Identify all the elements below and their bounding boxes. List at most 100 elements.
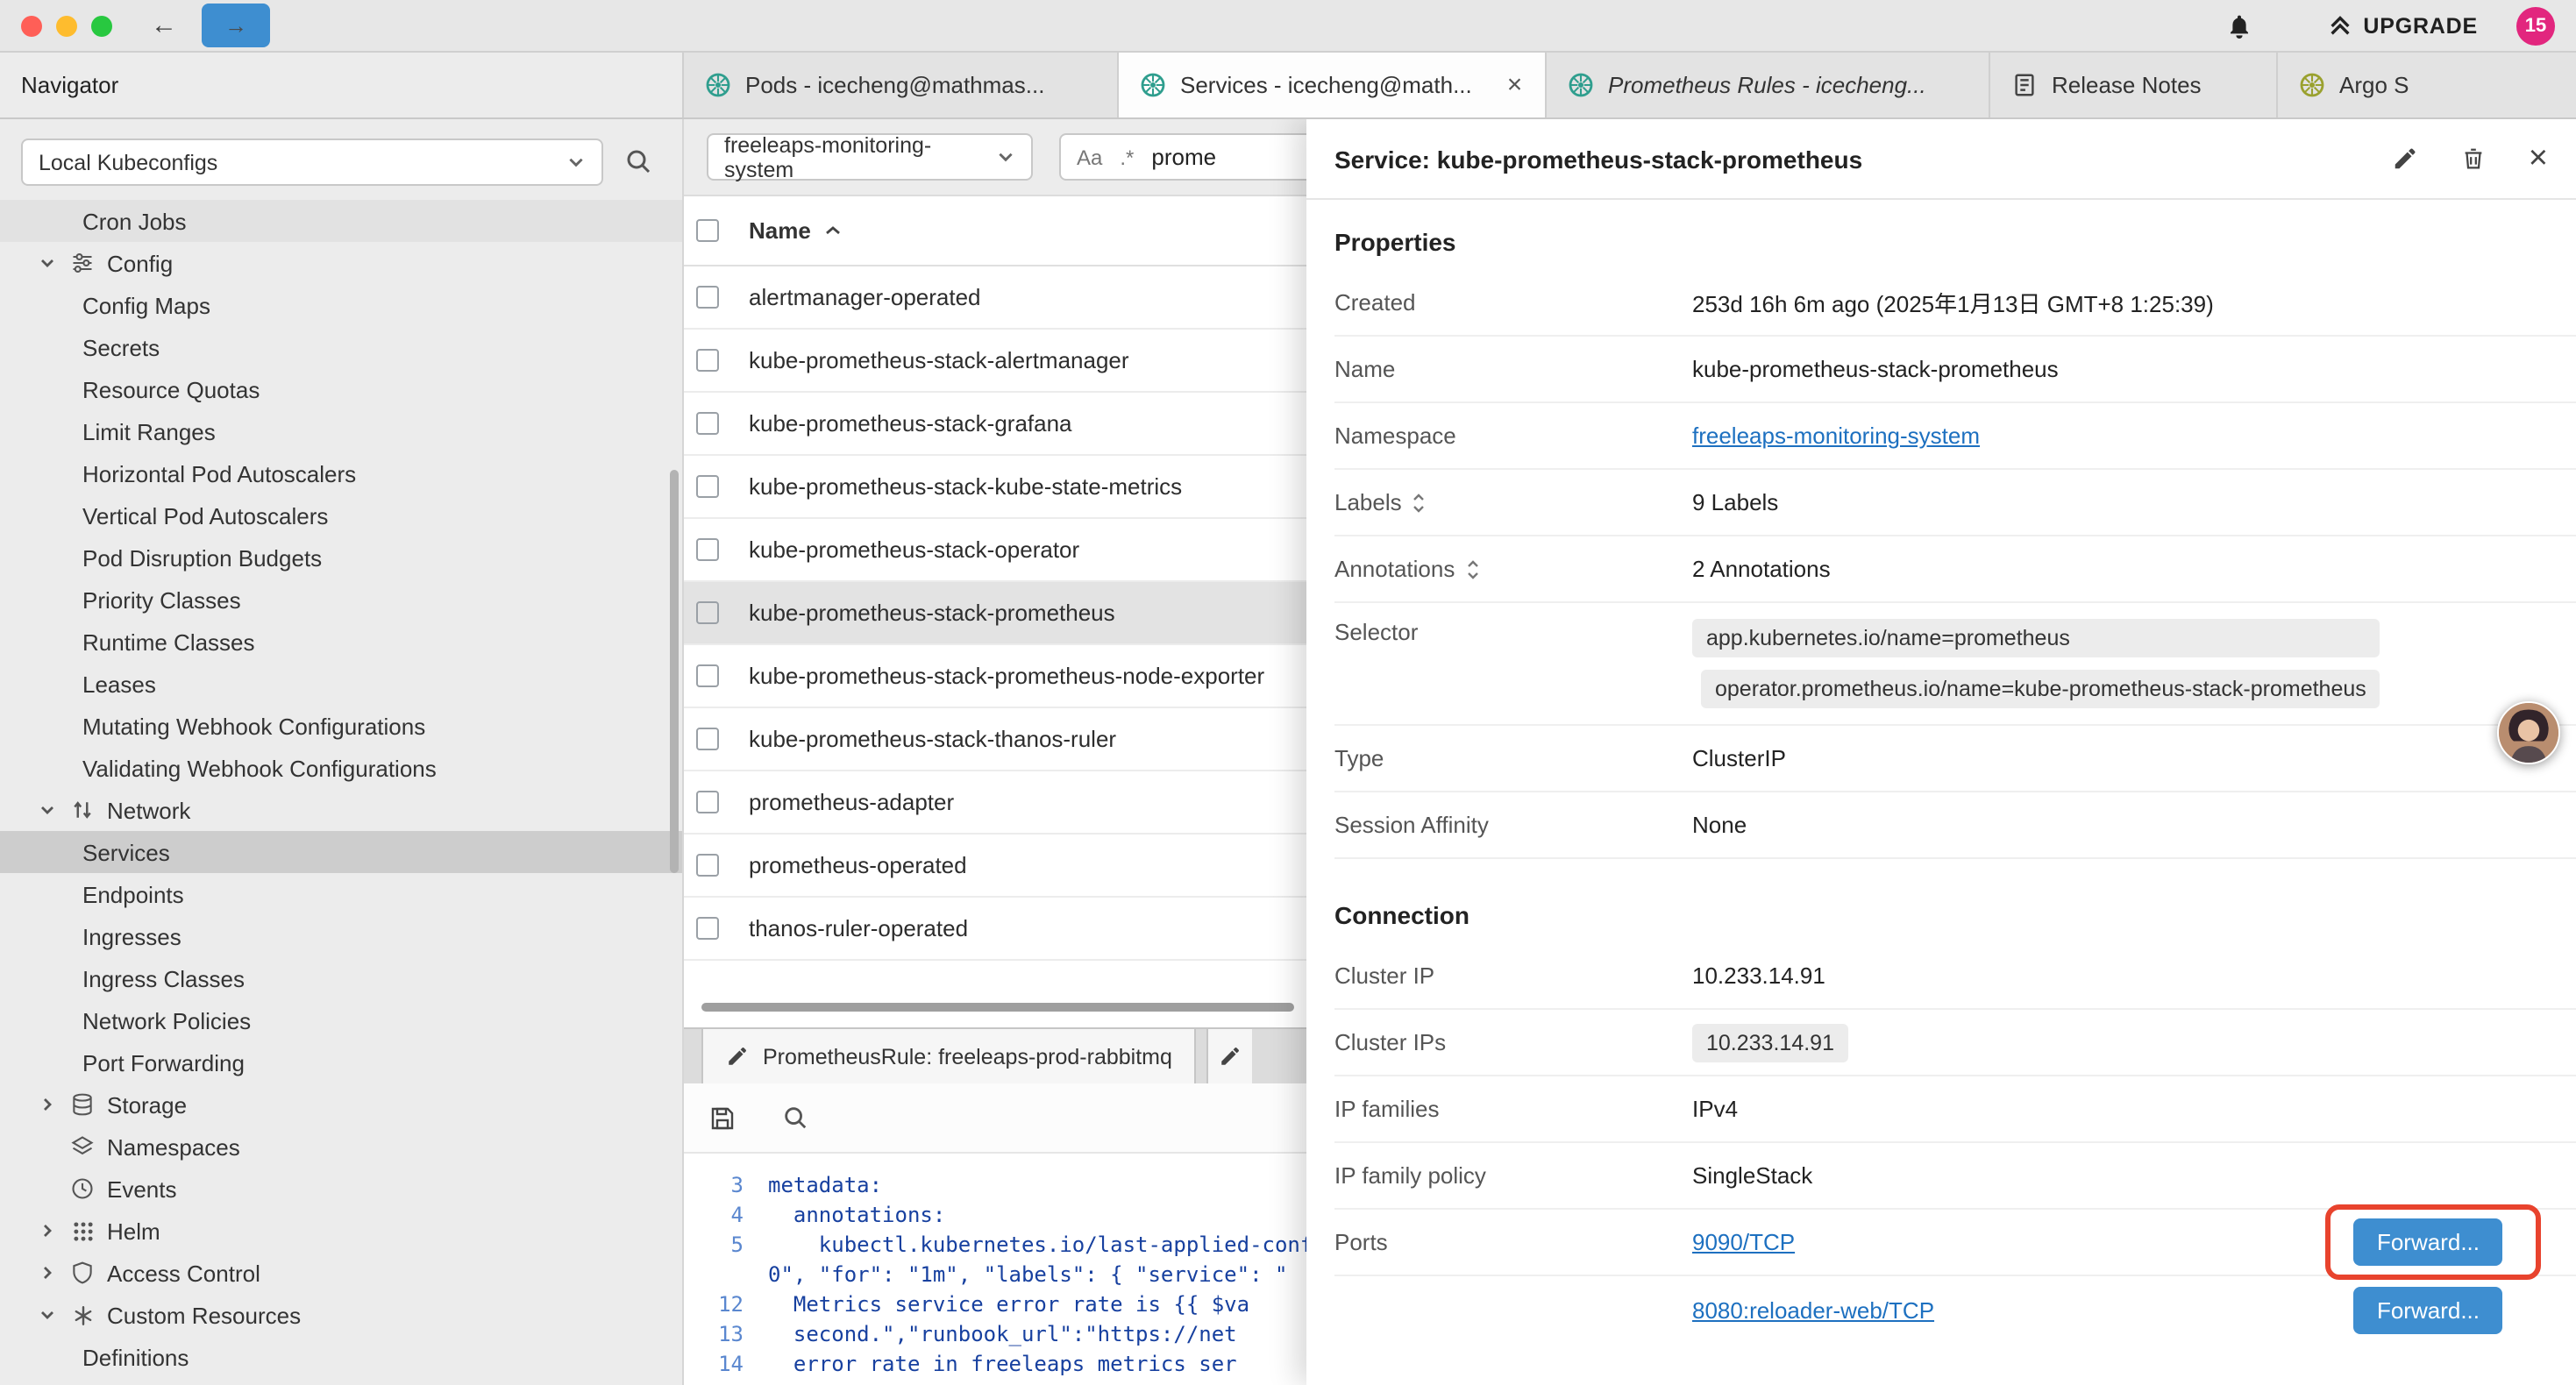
service-name: alertmanager-operated: [749, 284, 981, 310]
sidebar-item-horizontal-pod-autoscalers[interactable]: Horizontal Pod Autoscalers: [0, 452, 682, 494]
row-checkbox[interactable]: [696, 854, 719, 877]
delete-icon[interactable]: [2460, 146, 2487, 172]
dock-tab-partial[interactable]: [1207, 1029, 1253, 1083]
ports-label: Ports: [1334, 1229, 1692, 1255]
cluster-ip-label: Cluster IP: [1334, 962, 1692, 989]
notification-count-badge[interactable]: 15: [2516, 6, 2555, 45]
sidebar-item-custom-resources[interactable]: Custom Resources: [0, 1294, 682, 1336]
service-name: kube-prometheus-stack-prometheus-node-ex…: [749, 663, 1264, 689]
row-checkbox[interactable]: [696, 728, 719, 750]
select-all-checkbox[interactable]: [696, 219, 719, 242]
port-link-8080[interactable]: 8080:reloader-web/TCP: [1692, 1296, 2078, 1323]
sidebar-item-secrets[interactable]: Secrets: [0, 326, 682, 368]
sidebar-item-config-maps[interactable]: Config Maps: [0, 284, 682, 326]
sidebar-item-priority-classes[interactable]: Priority Classes: [0, 579, 682, 621]
row-checkbox[interactable]: [696, 601, 719, 624]
namespace-filter-dropdown[interactable]: freeleaps-monitoring-system: [707, 133, 1033, 181]
line-text: 0", "for": "1m", "labels": { "service": …: [768, 1261, 1287, 1290]
presenter-avatar[interactable]: [2497, 701, 2560, 764]
port-link-9090[interactable]: 9090/TCP: [1692, 1229, 2078, 1255]
upgrade-button[interactable]: UPGRADE: [2326, 12, 2478, 39]
sidebar-item-label: Storage: [107, 1091, 187, 1118]
sidebar-item-config[interactable]: Config: [0, 242, 682, 284]
tab-release-notes[interactable]: Release Notes: [1990, 53, 2278, 117]
sidebar-item-leases[interactable]: Leases: [0, 663, 682, 705]
tab-pods[interactable]: Pods - icecheng@mathmas...: [684, 53, 1119, 117]
close-icon[interactable]: ×: [2529, 142, 2548, 175]
name-column-header[interactable]: Name: [749, 217, 811, 244]
back-icon[interactable]: ←: [151, 12, 177, 39]
sidebar-item-ingress-classes[interactable]: Ingress Classes: [0, 957, 682, 999]
sidebar-item-vertical-pod-autoscalers[interactable]: Vertical Pod Autoscalers: [0, 494, 682, 536]
chevron-right-icon: [35, 1264, 58, 1282]
window-titlebar: ← → UPGRADE 15: [0, 0, 2576, 53]
search-input[interactable]: [1151, 144, 1309, 170]
maximize-window-button[interactable]: [91, 15, 112, 36]
save-icon[interactable]: [708, 1104, 737, 1132]
annotations-value: 2 Annotations: [1692, 556, 1831, 582]
annotations-row: Annotations 2 Annotations: [1334, 536, 2576, 603]
match-case-toggle[interactable]: Aa: [1077, 145, 1102, 169]
chevron-down-icon: [35, 801, 58, 819]
search-icon[interactable]: [782, 1104, 808, 1131]
tab-services[interactable]: Services - icecheng@math... ×: [1119, 53, 1547, 117]
sidebar-item-network-policies[interactable]: Network Policies: [0, 999, 682, 1041]
sidebar-item-limit-ranges[interactable]: Limit Ranges: [0, 410, 682, 452]
minimize-window-button[interactable]: [56, 15, 77, 36]
labels-value: 9 Labels: [1692, 489, 1778, 515]
forward-button[interactable]: Forward...: [2354, 1286, 2502, 1333]
sidebar-item-network[interactable]: Network: [0, 789, 682, 831]
asterisk-icon: [68, 1303, 96, 1326]
row-checkbox[interactable]: [696, 917, 719, 940]
sidebar-scrollbar[interactable]: [670, 470, 679, 873]
forward-icon[interactable]: →: [202, 4, 270, 47]
row-checkbox[interactable]: [696, 349, 719, 372]
sidebar-item-events[interactable]: Events: [0, 1168, 682, 1210]
search-icon[interactable]: [624, 147, 652, 175]
row-checkbox[interactable]: [696, 791, 719, 813]
sidebar-item-storage[interactable]: Storage: [0, 1083, 682, 1126]
sidebar-item-validating-webhook-configurations[interactable]: Validating Webhook Configurations: [0, 747, 682, 789]
row-checkbox[interactable]: [696, 286, 719, 309]
dock-tab-prometheusrule[interactable]: PrometheusRule: freeleaps-prod-rabbitmq: [701, 1029, 1197, 1083]
expand-collapse-icon[interactable]: [1413, 492, 1427, 513]
sidebar-item-label: Validating Webhook Configurations: [82, 755, 437, 781]
sidebar-item-runtime-classes[interactable]: Runtime Classes: [0, 621, 682, 663]
sidebar-item-helm[interactable]: Helm: [0, 1210, 682, 1252]
sidebar-item-services[interactable]: Services: [0, 831, 682, 873]
namespace-link[interactable]: freeleaps-monitoring-system: [1692, 423, 1980, 449]
row-checkbox[interactable]: [696, 475, 719, 498]
pencil-icon: [726, 1045, 749, 1068]
sidebar-item-pod-disruption-budgets[interactable]: Pod Disruption Budgets: [0, 536, 682, 579]
expand-collapse-icon[interactable]: [1465, 558, 1479, 579]
sidebar-item-resource-quotas[interactable]: Resource Quotas: [0, 368, 682, 410]
navigator-tree: Cron Jobs Config Config Maps Secrets Res…: [0, 200, 682, 1378]
regex-toggle[interactable]: .*: [1120, 145, 1134, 169]
row-checkbox[interactable]: [696, 664, 719, 687]
sidebar-item-mutating-webhook-configurations[interactable]: Mutating Webhook Configurations: [0, 705, 682, 747]
sidebar-item-endpoints[interactable]: Endpoints: [0, 873, 682, 915]
service-name: thanos-ruler-operated: [749, 915, 968, 941]
sidebar-item-ingresses[interactable]: Ingresses: [0, 915, 682, 957]
bell-icon[interactable]: [2224, 11, 2252, 39]
close-window-button[interactable]: [21, 15, 42, 36]
tab-argo[interactable]: Argo S: [2278, 53, 2576, 117]
edit-icon[interactable]: [2392, 146, 2418, 172]
kubeconfig-selector[interactable]: Local Kubeconfigs: [21, 138, 603, 186]
sidebar-item-namespaces[interactable]: Namespaces: [0, 1126, 682, 1168]
row-checkbox[interactable]: [696, 538, 719, 561]
sort-ascending-icon[interactable]: [825, 224, 843, 237]
sidebar-item-label: Config Maps: [82, 292, 210, 318]
line-number: 3: [684, 1171, 768, 1201]
tab-prometheus-rules[interactable]: Prometheus Rules - icecheng...: [1547, 53, 1990, 117]
sidebar-item-label: Config: [107, 250, 173, 276]
row-checkbox[interactable]: [696, 412, 719, 435]
forward-button[interactable]: Forward...: [2354, 1218, 2502, 1266]
sidebar-item-label: Cron Jobs: [82, 208, 187, 234]
sidebar-item-definitions[interactable]: Definitions: [0, 1336, 682, 1378]
close-tab-icon[interactable]: ×: [1507, 72, 1523, 98]
horizontal-scrollbar[interactable]: [701, 1003, 1294, 1012]
sidebar-item-access-control[interactable]: Access Control: [0, 1252, 682, 1294]
sidebar-item-cron-jobs[interactable]: Cron Jobs: [0, 200, 682, 242]
sidebar-item-port-forwarding[interactable]: Port Forwarding: [0, 1041, 682, 1083]
